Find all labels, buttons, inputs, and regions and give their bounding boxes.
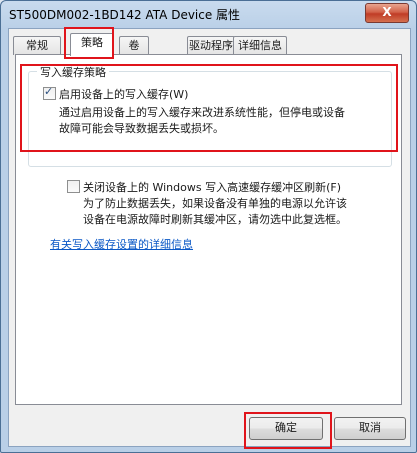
enable-write-cache-desc-line1: 通过启用设备上的写入缓存来改进系统性能，但停电或设备 — [59, 106, 345, 119]
policies-panel: 写入缓存策略 启用设备上的写入缓存(W) 通过启用设备上的写入缓存来改进系统性能… — [15, 54, 402, 405]
tab-general[interactable]: 常规 — [13, 36, 61, 55]
write-cache-group-title: 写入缓存策略 — [37, 64, 109, 80]
tab-details[interactable]: 详细信息 — [233, 36, 287, 55]
cancel-button[interactable]: 取消 — [334, 417, 406, 440]
enable-write-cache-desc-line2: 故障可能会导致数据丢失或损坏。 — [59, 122, 224, 135]
tab-driver[interactable]: 驱动程序 — [187, 36, 235, 55]
disable-flush-desc-line1: 为了防止数据丢失，如果设备没有单独的电源以允许该 — [83, 197, 347, 210]
write-cache-group: 写入缓存策略 启用设备上的写入缓存(W) 通过启用设备上的写入缓存来改进系统性能… — [28, 64, 392, 167]
enable-write-cache-label[interactable]: 启用设备上的写入缓存(W) — [59, 86, 188, 102]
disable-flush-label[interactable]: 关闭设备上的 Windows 写入高速缓存缓冲区刷新(F) — [83, 179, 341, 195]
ok-button[interactable]: 确定 — [249, 417, 323, 440]
tab-volumes[interactable]: 卷 — [119, 36, 149, 55]
properties-window: ST500DM002-1BD142 ATA Device 属性 X 常规 策略 … — [0, 0, 417, 453]
disable-flush-desc-line2: 设备在电源故障时刷新其缓冲区，请勿选中此复选框。 — [83, 213, 347, 226]
title-bar[interactable]: ST500DM002-1BD142 ATA Device 属性 X — [1, 1, 416, 27]
write-cache-info-link[interactable]: 有关写入缓存设置的详细信息 — [50, 236, 193, 252]
dialog-client: 常规 策略 卷 驱动程序 详细信息 写入缓存策略 启用设备上的写入缓存(W) 通… — [8, 27, 411, 449]
enable-write-cache-checkbox[interactable] — [43, 85, 56, 100]
close-button[interactable]: X — [365, 3, 409, 23]
disable-flush-checkbox[interactable] — [67, 180, 80, 193]
tab-policies[interactable]: 策略 — [70, 33, 114, 56]
window-title: ST500DM002-1BD142 ATA Device 属性 — [9, 8, 241, 22]
